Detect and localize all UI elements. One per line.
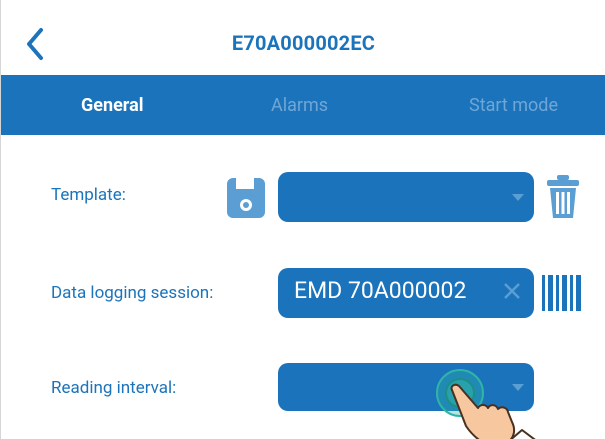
template-label: Template: <box>51 185 126 205</box>
reading-interval-label: Reading interval: <box>51 378 177 398</box>
tab-start-mode[interactable]: Start mode <box>469 95 558 116</box>
data-logging-session-input[interactable]: EMD 70A000002 <box>278 268 534 318</box>
delete-template-button[interactable] <box>546 174 580 220</box>
app-screen: E70A000002EC General Alarms Start mode T… <box>0 0 605 439</box>
template-dropdown[interactable] <box>278 172 534 222</box>
data-logging-session-label: Data logging session: <box>51 283 214 303</box>
barcode-icon <box>542 275 581 311</box>
tab-alarms[interactable]: Alarms <box>271 95 328 116</box>
reading-interval-dropdown[interactable] <box>278 363 534 411</box>
save-template-button[interactable] <box>226 177 266 219</box>
floppy-save-icon <box>227 178 265 218</box>
page-title: E70A000002EC <box>231 31 376 55</box>
chevron-down-icon <box>512 384 524 391</box>
trash-icon <box>547 175 579 218</box>
close-icon[interactable] <box>502 281 522 301</box>
tab-bar: General Alarms Start mode <box>1 75 605 135</box>
tab-general[interactable]: General <box>81 95 144 116</box>
top-app-bar: E70A000002EC <box>1 0 605 75</box>
scan-barcode-button[interactable] <box>541 271 585 315</box>
data-logging-session-value: EMD 70A000002 <box>294 277 467 304</box>
chevron-down-icon <box>512 194 524 201</box>
